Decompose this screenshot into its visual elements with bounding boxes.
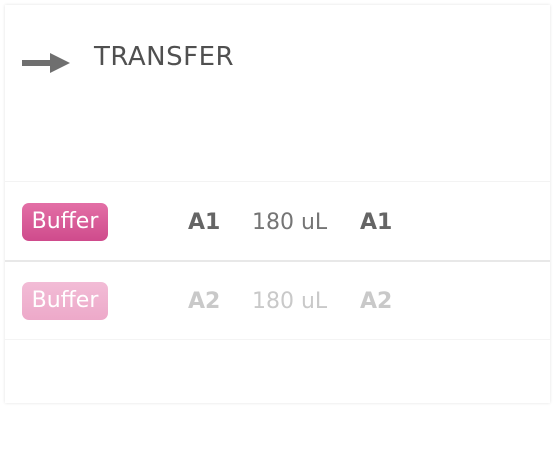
- reagent-badge: Buffer: [22, 203, 108, 241]
- transfer-step-card: TRANSFER Buffer A1 180 uL A1 Buffer A2 1…: [5, 5, 550, 403]
- arrow-right-icon: [22, 53, 70, 73]
- transfer-row[interactable]: Buffer A2 180 uL A2: [5, 262, 550, 340]
- destination-well: A2: [360, 289, 393, 314]
- reagent-badge: Buffer: [22, 282, 108, 320]
- destination-well: A1: [360, 210, 393, 235]
- transfer-volume: 180 uL: [252, 289, 328, 314]
- step-header: TRANSFER: [5, 5, 550, 181]
- source-well: A2: [188, 289, 221, 314]
- row-divider: [5, 339, 550, 340]
- transfer-volume: 180 uL: [252, 210, 328, 235]
- step-title: TRANSFER: [94, 42, 235, 72]
- transfer-row[interactable]: Buffer A1 180 uL A1: [5, 183, 550, 261]
- header-divider: [5, 181, 550, 182]
- source-well: A1: [188, 210, 221, 235]
